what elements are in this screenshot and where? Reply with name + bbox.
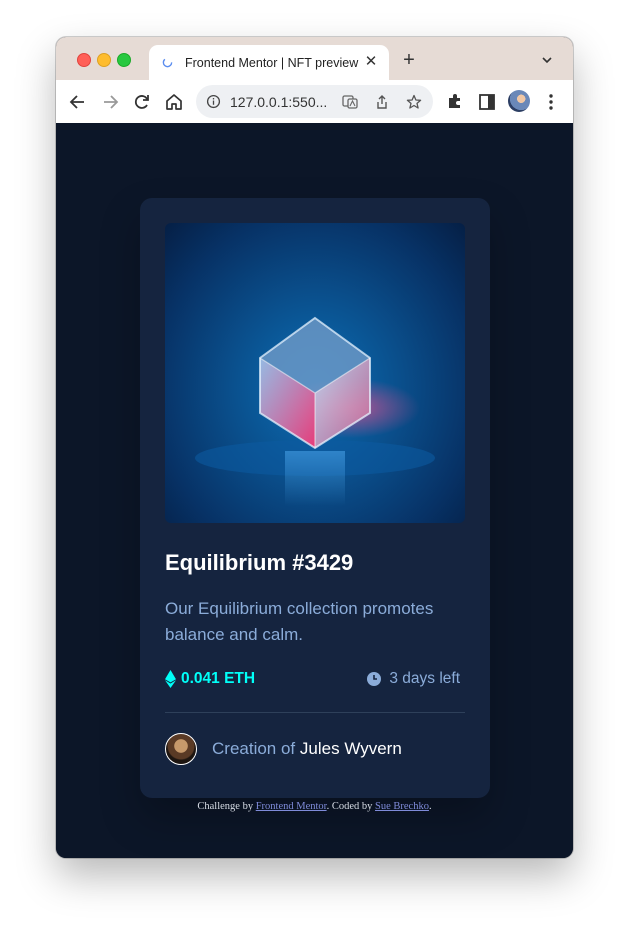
creator-avatar [165, 733, 197, 765]
close-window-button[interactable] [77, 53, 91, 67]
menu-icon[interactable] [541, 92, 561, 112]
forward-icon[interactable] [100, 92, 120, 112]
price: 0.041 ETH [165, 668, 255, 690]
clock-icon [367, 672, 382, 686]
browser-tab[interactable]: Frontend Mentor | NFT preview card compo… [149, 45, 389, 80]
browser-toolbar: 127.0.0.1:550... [56, 80, 573, 124]
sidebar-icon[interactable] [477, 92, 497, 112]
time-left: 3 days left [367, 668, 460, 690]
zoom-window-button[interactable] [117, 53, 131, 67]
attribution-prefix: Challenge by [197, 801, 254, 812]
creator-name[interactable]: Jules Wyvern [300, 739, 402, 758]
nft-title[interactable]: Equilibrium #3429 [165, 548, 465, 578]
equilibrium-cube-image [195, 316, 435, 506]
attribution-suffix: . [428, 801, 432, 812]
nft-card: Equilibrium #3429 Our Equilibrium collec… [140, 198, 490, 798]
translate-icon[interactable] [342, 94, 358, 110]
tab-strip: Frontend Mentor | NFT preview card compo… [56, 37, 573, 80]
star-icon[interactable] [406, 94, 422, 110]
frontend-mentor-link[interactable]: Frontend Mentor [256, 801, 327, 812]
tab-title: Frontend Mentor | NFT preview card compo… [185, 56, 361, 70]
price-value: 0.041 ETH [181, 670, 256, 687]
creator-line: Creation of Jules Wyvern [212, 738, 402, 760]
home-icon[interactable] [164, 92, 184, 112]
back-icon[interactable] [68, 92, 88, 112]
info-icon[interactable] [206, 94, 221, 109]
share-icon[interactable] [374, 94, 390, 110]
minimize-window-button[interactable] [97, 53, 111, 67]
nft-image[interactable] [165, 223, 465, 523]
browser-window: Frontend Mentor | NFT preview card compo… [56, 37, 573, 858]
attribution: Challenge by Frontend Mentor. Coded by S… [56, 801, 573, 812]
address-bar[interactable]: 127.0.0.1:550... [196, 85, 433, 118]
page-content: Equilibrium #3429 Our Equilibrium collec… [56, 123, 573, 858]
nft-description: Our Equilibrium collection promotes bala… [165, 599, 434, 644]
url-text: 127.0.0.1:550... [230, 94, 328, 110]
ethereum-icon [165, 670, 176, 688]
divider [165, 712, 465, 713]
new-tab-icon[interactable]: + [400, 50, 418, 70]
creator-prefix: Creation of [212, 739, 296, 758]
favicon-icon [162, 57, 173, 68]
reload-icon[interactable] [132, 92, 152, 112]
extensions-icon[interactable] [445, 92, 465, 112]
time-left-value: 3 days left [389, 670, 460, 687]
close-tab-icon[interactable]: ✕ [363, 54, 379, 70]
attribution-coded-prefix: . Coded by [326, 801, 373, 812]
author-link[interactable]: Sue Brechko [375, 801, 429, 812]
profile-avatar[interactable] [508, 90, 530, 112]
chevron-down-icon[interactable] [540, 53, 554, 67]
